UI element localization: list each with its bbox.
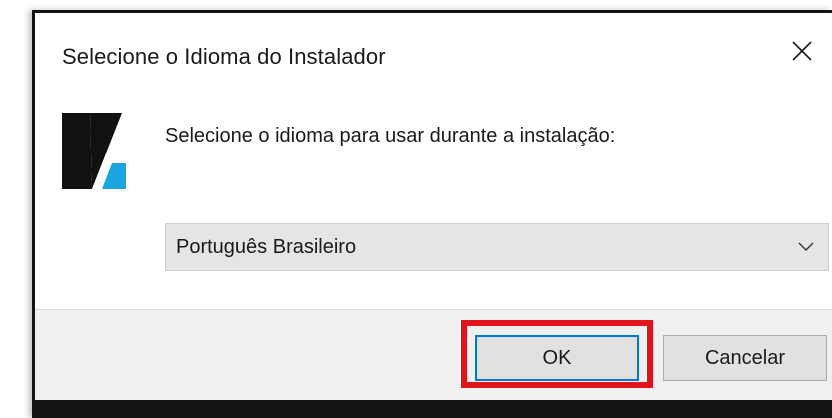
prompt-text: Selecione o idioma para usar durante a i… <box>165 125 616 147</box>
screenshot-stage: Selecione o Idioma do Instalador Selecio… <box>0 0 832 418</box>
installer-logo-icon <box>62 113 126 189</box>
ok-button[interactable]: OK <box>475 335 639 381</box>
language-select-value: Português Brasileiro <box>176 236 357 258</box>
title-bar: Selecione o Idioma do Instalador <box>35 13 832 89</box>
language-dialog: Selecione o Idioma do Instalador Selecio… <box>32 10 832 418</box>
close-icon <box>792 41 812 61</box>
chevron-down-icon <box>798 242 814 251</box>
close-button[interactable] <box>772 29 832 75</box>
language-select[interactable]: Português Brasileiro <box>165 223 829 271</box>
cancel-button[interactable]: Cancelar <box>663 335 827 381</box>
dialog-title: Selecione o Idioma do Instalador <box>62 44 386 69</box>
dialog-footer: OK Cancelar <box>35 309 832 400</box>
